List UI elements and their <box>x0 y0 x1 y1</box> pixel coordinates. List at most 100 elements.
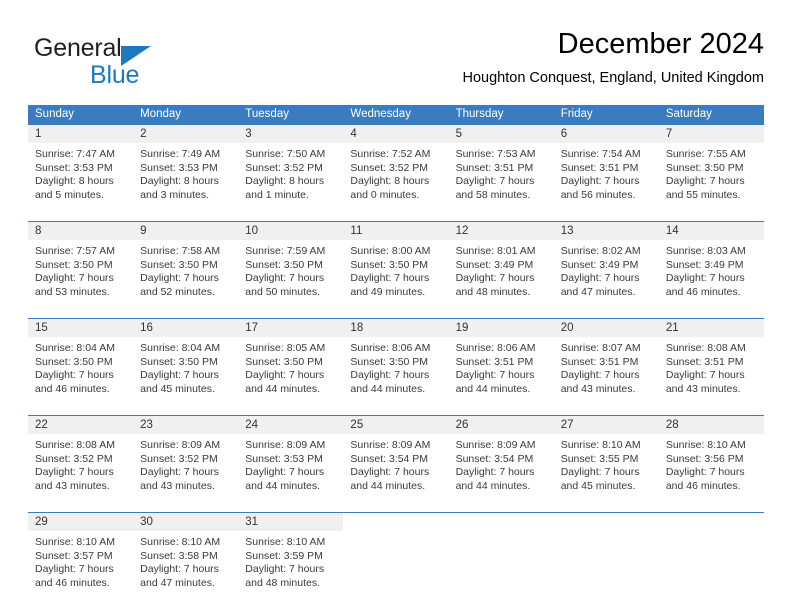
sunset-text: Sunset: 3:49 PM <box>455 258 534 271</box>
day-cell[interactable]: 31 Sunrise: 8:10 AM Sunset: 3:59 PM Dayl… <box>238 513 344 602</box>
daylight-text-line1: Daylight: 7 hours <box>35 369 114 382</box>
weekday-header-friday: Friday <box>560 108 593 120</box>
sunset-text: Sunset: 3:50 PM <box>665 161 744 174</box>
day-cell[interactable]: 25 Sunrise: 8:09 AM Sunset: 3:54 PM Dayl… <box>343 416 449 505</box>
day-cell[interactable]: 13 Sunrise: 8:02 AM Sunset: 3:49 PM Dayl… <box>553 222 659 311</box>
day-details: Sunrise: 8:04 AM Sunset: 3:50 PM Dayligh… <box>28 337 133 396</box>
day-cell[interactable]: 10 Sunrise: 7:59 AM Sunset: 3:50 PM Dayl… <box>238 222 344 311</box>
day-details: Sunrise: 8:01 AM Sunset: 3:49 PM Dayligh… <box>449 240 554 299</box>
sunset-text: Sunset: 3:54 PM <box>455 452 534 465</box>
day-details: Sunrise: 7:59 AM Sunset: 3:50 PM Dayligh… <box>238 240 343 299</box>
day-cell[interactable]: 8 Sunrise: 7:57 AM Sunset: 3:50 PM Dayli… <box>28 222 134 311</box>
day-details: Sunrise: 8:05 AM Sunset: 3:50 PM Dayligh… <box>238 337 343 396</box>
daylight-text-line1: Daylight: 7 hours <box>245 466 325 479</box>
logo-text-general: General <box>34 34 122 62</box>
sunset-text: Sunset: 3:49 PM <box>665 258 744 271</box>
day-number: 6 <box>553 125 659 143</box>
day-number: 19 <box>448 319 554 337</box>
daylight-text-line2: and 44 minutes. <box>455 479 531 492</box>
sunrise-text: Sunrise: 8:03 AM <box>665 245 746 257</box>
daylight-text-line1: Daylight: 7 hours <box>560 466 640 479</box>
daylight-text-line2: and 46 minutes. <box>665 285 741 298</box>
day-cell[interactable]: 15 Sunrise: 8:04 AM Sunset: 3:50 PM Dayl… <box>28 319 134 408</box>
day-cell[interactable]: 3 Sunrise: 7:50 AM Sunset: 3:52 PM Dayli… <box>238 125 344 214</box>
day-cell[interactable]: 1 Sunrise: 7:47 AM Sunset: 3:53 PM Dayli… <box>28 125 134 214</box>
day-details: Sunrise: 7:57 AM Sunset: 3:50 PM Dayligh… <box>28 240 133 299</box>
day-cell[interactable]: 29 Sunrise: 8:10 AM Sunset: 3:57 PM Dayl… <box>28 513 134 602</box>
daylight-text-line1: Daylight: 7 hours <box>455 369 535 382</box>
daylight-text-line1: Daylight: 7 hours <box>665 369 745 382</box>
daylight-text-line2: and 43 minutes. <box>665 382 741 395</box>
sunrise-text: Sunrise: 8:09 AM <box>455 439 536 451</box>
day-cell[interactable]: 26 Sunrise: 8:09 AM Sunset: 3:54 PM Dayl… <box>448 416 554 505</box>
day-cell[interactable]: 5 Sunrise: 7:53 AM Sunset: 3:51 PM Dayli… <box>448 125 554 214</box>
daylight-text-line2: and 52 minutes. <box>140 285 215 298</box>
day-cell[interactable]: 28 Sunrise: 8:10 AM Sunset: 3:56 PM Dayl… <box>658 416 764 505</box>
day-cell[interactable]: 20 Sunrise: 8:07 AM Sunset: 3:51 PM Dayl… <box>553 319 659 408</box>
daylight-text-line2: and 43 minutes. <box>140 479 215 492</box>
logo-text-blue: Blue <box>90 61 140 89</box>
sunrise-text: Sunrise: 8:10 AM <box>245 536 326 548</box>
day-cell[interactable]: 7 Sunrise: 7:55 AM Sunset: 3:50 PM Dayli… <box>658 125 764 214</box>
sunrise-text: Sunrise: 8:01 AM <box>455 245 536 257</box>
day-number <box>658 513 764 531</box>
day-details: Sunrise: 7:58 AM Sunset: 3:50 PM Dayligh… <box>133 240 238 299</box>
daylight-text-line1: Daylight: 7 hours <box>455 272 535 285</box>
sunrise-text: Sunrise: 8:00 AM <box>350 245 431 257</box>
sunrise-text: Sunrise: 8:04 AM <box>35 342 115 354</box>
day-number: 3 <box>238 125 344 143</box>
day-cell[interactable]: 18 Sunrise: 8:06 AM Sunset: 3:50 PM Dayl… <box>343 319 449 408</box>
day-cell[interactable]: 19 Sunrise: 8:06 AM Sunset: 3:51 PM Dayl… <box>448 319 554 408</box>
day-details: Sunrise: 8:10 AM Sunset: 3:58 PM Dayligh… <box>133 531 238 590</box>
daylight-text-line1: Daylight: 7 hours <box>455 466 535 479</box>
sunset-text: Sunset: 3:49 PM <box>560 258 639 271</box>
sunrise-text: Sunrise: 8:07 AM <box>560 342 641 354</box>
day-details: Sunrise: 8:06 AM Sunset: 3:50 PM Dayligh… <box>343 337 448 396</box>
day-details: Sunrise: 8:07 AM Sunset: 3:51 PM Dayligh… <box>554 337 659 396</box>
weekday-header-saturday: Saturday <box>665 108 712 120</box>
page-header: General Blue December 2024 Houghton Conq… <box>28 26 764 98</box>
daylight-text-line1: Daylight: 7 hours <box>35 563 114 576</box>
calendar-page: General Blue December 2024 Houghton Conq… <box>0 0 792 612</box>
day-cell[interactable]: 6 Sunrise: 7:54 AM Sunset: 3:51 PM Dayli… <box>553 125 659 214</box>
sunrise-text: Sunrise: 8:10 AM <box>35 536 115 548</box>
sunset-text: Sunset: 3:52 PM <box>140 452 218 465</box>
day-cell[interactable]: 23 Sunrise: 8:09 AM Sunset: 3:52 PM Dayl… <box>133 416 239 505</box>
day-cell[interactable]: 22 Sunrise: 8:08 AM Sunset: 3:52 PM Dayl… <box>28 416 134 505</box>
day-cell[interactable]: 4 Sunrise: 7:52 AM Sunset: 3:52 PM Dayli… <box>343 125 449 214</box>
daylight-text-line1: Daylight: 7 hours <box>455 175 535 188</box>
day-cell[interactable]: 17 Sunrise: 8:05 AM Sunset: 3:50 PM Dayl… <box>238 319 344 408</box>
daylight-text-line2: and 44 minutes. <box>455 382 531 395</box>
day-cell[interactable]: 24 Sunrise: 8:09 AM Sunset: 3:53 PM Dayl… <box>238 416 344 505</box>
day-number: 23 <box>133 416 239 434</box>
day-cell[interactable]: 27 Sunrise: 8:10 AM Sunset: 3:55 PM Dayl… <box>553 416 659 505</box>
day-number: 29 <box>28 513 134 531</box>
daylight-text-line2: and 44 minutes. <box>245 382 320 395</box>
daylight-text-line2: and 1 minute. <box>245 188 309 201</box>
day-details: Sunrise: 8:09 AM Sunset: 3:54 PM Dayligh… <box>449 434 554 493</box>
sunrise-text: Sunrise: 8:09 AM <box>245 439 326 451</box>
day-cell[interactable]: 16 Sunrise: 8:04 AM Sunset: 3:50 PM Dayl… <box>133 319 239 408</box>
daylight-text-line1: Daylight: 7 hours <box>350 369 430 382</box>
sunset-text: Sunset: 3:50 PM <box>350 258 429 271</box>
day-cell[interactable]: 11 Sunrise: 8:00 AM Sunset: 3:50 PM Dayl… <box>343 222 449 311</box>
day-cell[interactable]: 30 Sunrise: 8:10 AM Sunset: 3:58 PM Dayl… <box>133 513 239 602</box>
daylight-text-line2: and 47 minutes. <box>140 576 215 589</box>
day-details: Sunrise: 8:09 AM Sunset: 3:52 PM Dayligh… <box>133 434 238 493</box>
daylight-text-line2: and 45 minutes. <box>140 382 215 395</box>
day-cell[interactable]: 12 Sunrise: 8:01 AM Sunset: 3:49 PM Dayl… <box>448 222 554 311</box>
day-number: 11 <box>343 222 449 240</box>
day-cell[interactable]: 21 Sunrise: 8:08 AM Sunset: 3:51 PM Dayl… <box>658 319 764 408</box>
sunrise-text: Sunrise: 8:10 AM <box>665 439 746 451</box>
weekday-header-row: Sunday Monday Tuesday Wednesday Thursday… <box>28 105 764 124</box>
day-details: Sunrise: 8:08 AM Sunset: 3:51 PM Dayligh… <box>659 337 764 396</box>
day-cell[interactable]: 2 Sunrise: 7:49 AM Sunset: 3:53 PM Dayli… <box>133 125 239 214</box>
day-cell[interactable]: 9 Sunrise: 7:58 AM Sunset: 3:50 PM Dayli… <box>133 222 239 311</box>
page-title: December 2024 <box>557 28 764 60</box>
general-blue-logo[interactable]: General Blue <box>28 34 248 90</box>
sunrise-text: Sunrise: 8:06 AM <box>350 342 431 354</box>
day-number: 4 <box>343 125 449 143</box>
day-number: 25 <box>343 416 449 434</box>
sunrise-text: Sunrise: 7:54 AM <box>560 148 641 160</box>
day-cell[interactable]: 14 Sunrise: 8:03 AM Sunset: 3:49 PM Dayl… <box>658 222 764 311</box>
